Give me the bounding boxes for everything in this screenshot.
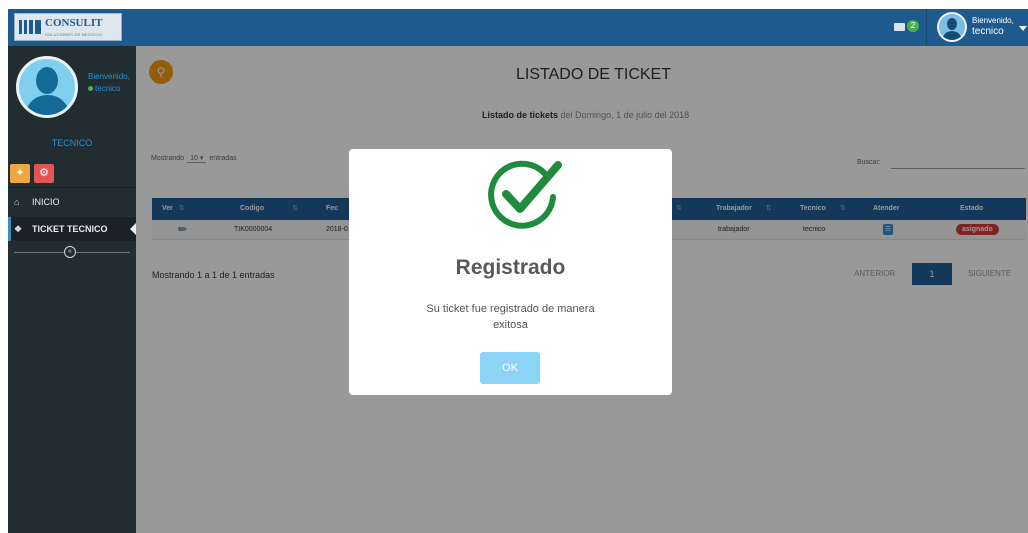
sidebar-item-label: INICIO [32,197,60,207]
sidebar-item-inicio[interactable]: ⌂ INICIO [8,190,136,214]
online-dot-icon [88,86,93,91]
sidebar-status-label: tecnico [95,84,121,93]
sidebar-status: tecnico [88,84,120,93]
navbar-divider [926,9,927,46]
ok-button[interactable]: OK [480,352,540,384]
avatar-body [942,31,962,40]
modal-message: Su ticket fue registrado de manera exito… [426,303,595,331]
sidebar-divider [8,187,136,188]
sidebar-avatar-body [25,95,70,115]
logo-mark-icon [19,20,41,34]
success-modal: Registrado Su ticket fue registrado de m… [349,149,672,395]
logo-subtext: SOLUCIONES DE NEGOCIO [45,32,103,37]
sidebar-greeting: Bienvenido, [88,72,130,81]
sidebar-item-ticket-tecnico[interactable]: ❖ TICKET TECNICO [8,217,136,241]
top-navbar: CONSULIT SOLUCIONES DE NEGOCIO 2 Bienven… [8,9,1028,46]
ticket-icon: ❖ [14,224,23,234]
mail-count-badge: 2 [907,20,919,32]
sidebar: Bienvenido, tecnico TECNICO ✦ ⚙ ⌂ INICIO … [8,46,136,533]
user-greeting[interactable]: Bienvenido, [972,16,1014,26]
company-logo[interactable]: CONSULIT SOLUCIONES DE NEGOCIO [14,13,122,41]
modal-title: Registrado [455,256,566,279]
sidebar-item-label: TICKET TECNICO [32,224,108,234]
sidebar-role: TECNICO [51,138,93,148]
home-icon: ⌂ [14,197,20,207]
avatar-head [947,18,957,30]
sidebar-avatar-head [36,67,58,94]
user-avatar[interactable] [937,12,967,42]
envelope-icon[interactable] [894,23,905,31]
user-name[interactable]: tecnico [972,26,1004,37]
success-check-icon [488,160,562,229]
logo-text: CONSULIT [45,17,103,29]
collapse-sidebar-icon[interactable]: « [64,246,76,258]
caret-down-icon[interactable] [1019,26,1027,31]
tag-icon[interactable]: ✦ [10,164,30,183]
sidebar-avatar [16,56,78,118]
cogs-icon[interactable]: ⚙ [34,164,54,183]
